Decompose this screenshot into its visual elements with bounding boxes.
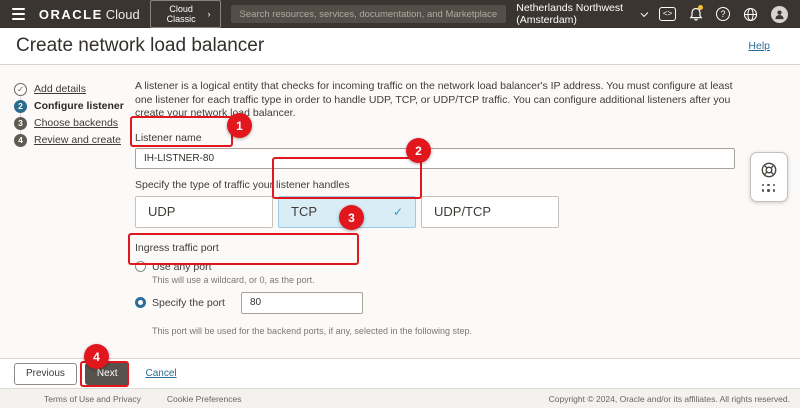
traffic-option-udp-label: UDP — [148, 204, 175, 219]
language-button[interactable] — [743, 5, 758, 23]
traffic-option-udp-tcp[interactable]: UDP/TCP — [421, 196, 559, 228]
ingress-port-label: Ingress traffic port — [135, 242, 735, 254]
globe-icon — [743, 7, 758, 22]
step-2-badge: 2 — [14, 100, 27, 113]
region-selector[interactable]: Netherlands Northwest (Amsterdam) — [516, 2, 646, 26]
specify-port-label: Specify the port — [152, 297, 225, 309]
cloud-classic-button[interactable]: Cloud Classic › — [150, 0, 221, 28]
footer: Terms of Use and Privacy Cookie Preferen… — [0, 388, 800, 408]
avatar — [771, 6, 788, 23]
specify-port-radio[interactable] — [135, 297, 146, 308]
wizard-stepper: ✓ Add details 2 Configure listener 3 Cho… — [14, 82, 124, 150]
step-configure-listener-label: Configure listener — [34, 100, 124, 112]
next-button[interactable]: Next — [85, 363, 130, 385]
chevron-right-icon: › — [208, 9, 211, 19]
listener-description: A listener is a logical entity that chec… — [135, 80, 735, 121]
topbar: ORACLECloud Cloud Classic › Netherlands … — [0, 0, 800, 28]
step-4-badge: 4 — [14, 134, 27, 147]
brand-cloud: Cloud — [106, 7, 140, 22]
help-link[interactable]: Help — [748, 40, 784, 52]
person-icon — [774, 9, 785, 20]
terms-link[interactable]: Terms of Use and Privacy — [44, 394, 141, 404]
footer-links: Terms of Use and Privacy Cookie Preferen… — [44, 394, 242, 404]
traffic-option-udp[interactable]: UDP — [135, 196, 273, 228]
cloud-classic-label: Cloud Classic — [160, 4, 203, 24]
region-label: Netherlands Northwest (Amsterdam) — [516, 2, 635, 26]
step-review-create-label[interactable]: Review and create — [34, 134, 121, 146]
oracle-cloud-logo[interactable]: ORACLECloud — [39, 7, 140, 22]
use-any-port-option[interactable]: Use any port — [135, 261, 735, 273]
user-menu-button[interactable] — [771, 5, 788, 23]
step-review-create[interactable]: 4 Review and create — [14, 133, 124, 147]
cancel-link[interactable]: Cancel — [145, 368, 176, 379]
configure-listener-form: A listener is a logical entity that chec… — [135, 80, 735, 336]
notification-dot — [698, 5, 703, 10]
step-configure-listener[interactable]: 2 Configure listener — [14, 99, 124, 113]
check-icon: ✓ — [393, 205, 403, 219]
page-title: Create network load balancer — [16, 35, 264, 57]
use-any-port-label: Use any port — [152, 261, 212, 273]
copyright-text: Copyright © 2024, Oracle and/or its affi… — [549, 394, 790, 404]
help-button[interactable]: ? — [716, 5, 730, 23]
oracle-cloud-console: ORACLECloud Cloud Classic › Netherlands … — [0, 0, 800, 408]
step-choose-backends[interactable]: 3 Choose backends — [14, 116, 124, 130]
code-icon: <> — [659, 7, 676, 21]
step-done-check-icon: ✓ — [14, 83, 27, 96]
port-note: This port will be used for the backend p… — [152, 326, 735, 336]
notifications-button[interactable] — [689, 5, 703, 23]
traffic-option-tcp-label: TCP — [291, 204, 317, 219]
developer-tools-button[interactable]: <> — [659, 5, 676, 23]
topbar-right: Netherlands Northwest (Amsterdam) <> ? — [516, 2, 788, 26]
listener-name-input[interactable] — [135, 148, 735, 169]
listener-name-label: Listener name — [135, 132, 735, 144]
drag-dots-icon — [762, 184, 777, 194]
traffic-type-label: Specify the type of traffic your listene… — [135, 179, 735, 191]
step-add-details[interactable]: ✓ Add details — [14, 82, 124, 96]
specify-port-option[interactable]: Specify the port — [135, 290, 735, 316]
port-input[interactable] — [241, 292, 363, 314]
step-add-details-label[interactable]: Add details — [34, 83, 86, 95]
traffic-option-tcp[interactable]: TCP ✓ — [278, 196, 416, 228]
step-choose-backends-label[interactable]: Choose backends — [34, 117, 118, 129]
support-widget[interactable] — [750, 152, 788, 202]
question-icon: ? — [716, 7, 730, 21]
action-bar: Previous Next Cancel — [0, 358, 800, 388]
use-any-port-hint: This will use a wildcard, or 0, as the p… — [152, 275, 735, 285]
hamburger-menu-icon[interactable] — [12, 8, 25, 20]
use-any-port-radio[interactable] — [135, 261, 146, 272]
page-header: Create network load balancer Help — [0, 28, 800, 65]
previous-button[interactable]: Previous — [14, 363, 77, 385]
cookie-preferences-link[interactable]: Cookie Preferences — [167, 394, 242, 404]
lifering-icon — [760, 161, 778, 179]
search-input[interactable] — [231, 5, 507, 23]
chevron-down-icon — [640, 9, 647, 16]
brand-oracle: ORACLE — [39, 7, 103, 22]
traffic-type-options: UDP TCP ✓ UDP/TCP — [135, 196, 735, 228]
traffic-option-udp-tcp-label: UDP/TCP — [434, 204, 491, 219]
step-3-badge: 3 — [14, 117, 27, 130]
